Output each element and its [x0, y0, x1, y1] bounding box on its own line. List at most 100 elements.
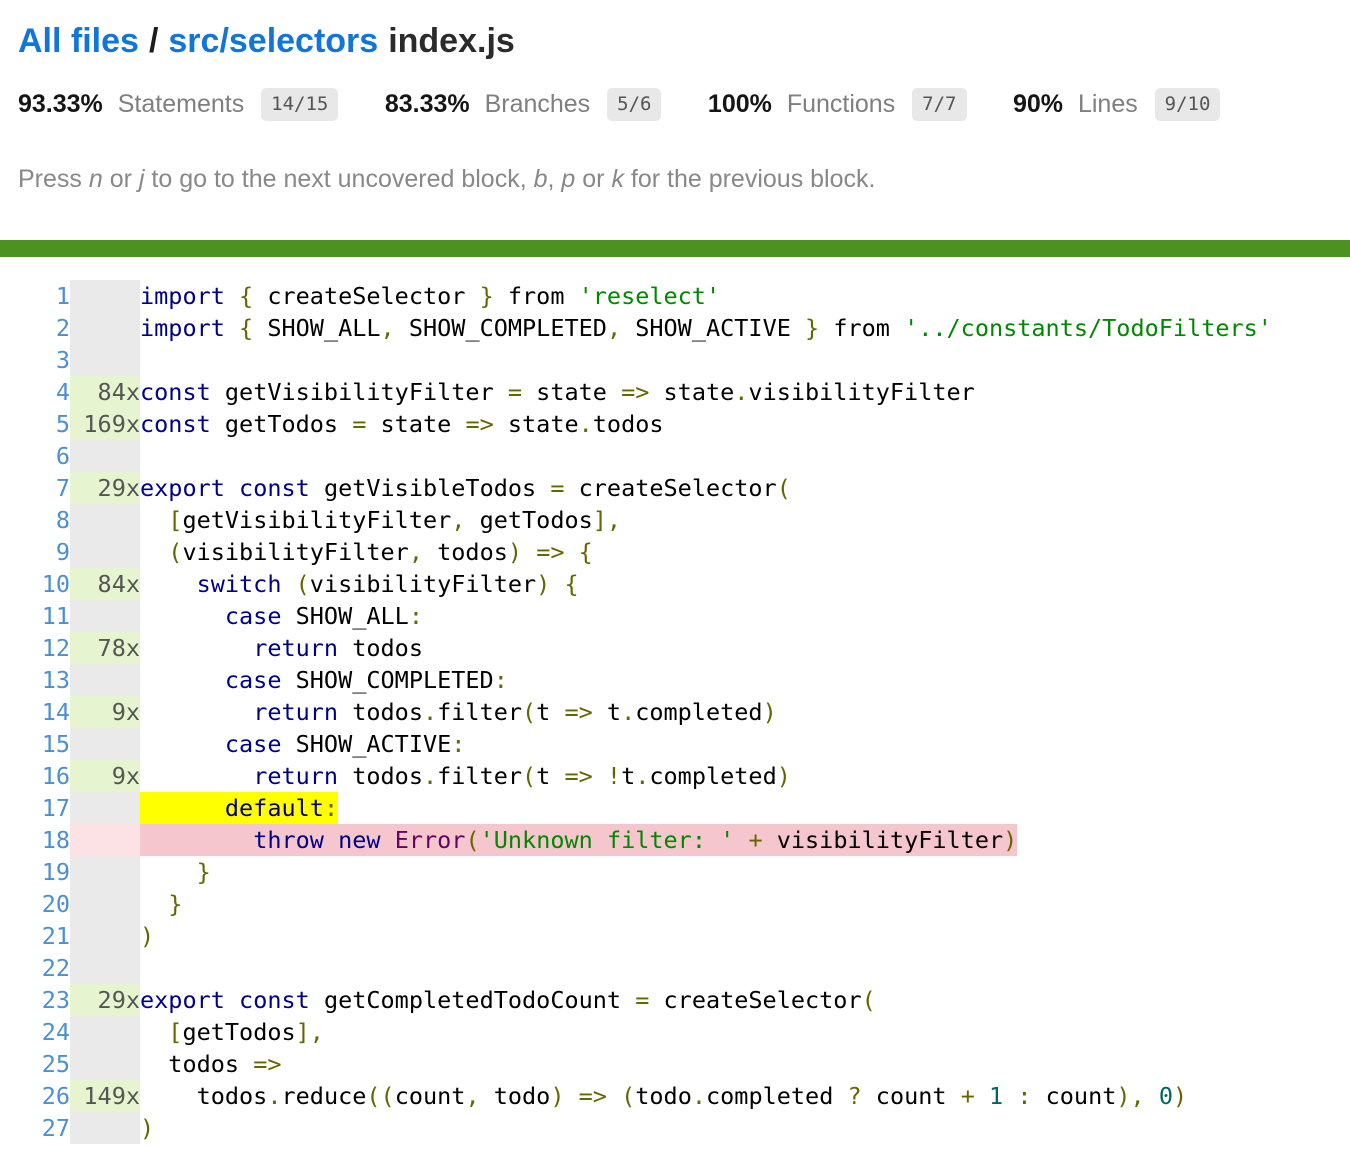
- help-text: for the previous block.: [624, 165, 876, 193]
- help-key: k: [611, 165, 624, 193]
- execution-count: [70, 728, 140, 760]
- statements-fraction-badge: 14/15: [261, 88, 338, 121]
- code-text: ): [140, 920, 1272, 952]
- lines-percent: 90%: [1013, 90, 1063, 118]
- line-number: 7: [0, 472, 70, 504]
- code-text: todos =>: [140, 1048, 1272, 1080]
- code-line-row: 2329xexport const getCompletedTodoCount …: [0, 984, 1272, 1016]
- code-line-row: 169x return todos.filter(t => !t.complet…: [0, 760, 1272, 792]
- line-number: 26: [0, 1080, 70, 1112]
- execution-count: [70, 824, 140, 856]
- line-number: 21: [0, 920, 70, 952]
- line-number: 25: [0, 1048, 70, 1080]
- uncovered-statement-highlight: throw new Error('Unknown filter: ' + vis…: [140, 824, 1017, 856]
- execution-count: [70, 312, 140, 344]
- code-text: ): [140, 1112, 1272, 1144]
- coverage-table: 1 import { createSelector } from 'reselec…: [0, 280, 1272, 1144]
- code-line-row: 11 case SHOW_ALL:: [0, 600, 1272, 632]
- code-line-row: 1278x return todos: [0, 632, 1272, 664]
- code-line-row: 15 case SHOW_ACTIVE:: [0, 728, 1272, 760]
- code-line-row: 27): [0, 1112, 1272, 1144]
- code-line-row: 1 import { createSelector } from 'reselec…: [0, 280, 1272, 312]
- execution-count: [70, 536, 140, 568]
- line-number: 11: [0, 600, 70, 632]
- code-line-row: 3: [0, 344, 1272, 376]
- line-number: 19: [0, 856, 70, 888]
- breadcrumb-separator: /: [149, 22, 158, 60]
- report-header: All files / src/selectors index.js 93.33% S…: [0, 0, 1350, 194]
- code-text: case SHOW_ACTIVE:: [140, 728, 1272, 760]
- metric-branches: 83.33% Branches 5/6: [385, 88, 662, 121]
- code-text: [140, 952, 1272, 984]
- code-text: const getVisibilityFilter = state => sta…: [140, 376, 1272, 408]
- code-line-row: 25 todos =>: [0, 1048, 1272, 1080]
- line-number: 14: [0, 696, 70, 728]
- execution-count: [70, 856, 140, 888]
- line-number: 17: [0, 792, 70, 824]
- page-title-filename: index.js: [388, 22, 515, 60]
- execution-count: [70, 1016, 140, 1048]
- execution-count: 149x: [70, 1080, 140, 1112]
- code-line-row: 20 }: [0, 888, 1272, 920]
- help-text: to go to the next uncovered block,: [144, 165, 533, 193]
- code-line-row: 22: [0, 952, 1272, 984]
- help-text: Press: [18, 165, 89, 193]
- code-text: todos.reduce((count, todo) => (todo.comp…: [140, 1080, 1272, 1112]
- execution-count: 29x: [70, 472, 140, 504]
- code-text: return todos: [140, 632, 1272, 664]
- branches-percent: 83.33%: [385, 90, 470, 118]
- line-number: 12: [0, 632, 70, 664]
- code-text: export const getCompletedTodoCount = cre…: [140, 984, 1272, 1016]
- execution-count: [70, 952, 140, 984]
- line-number: 23: [0, 984, 70, 1016]
- execution-count: [70, 664, 140, 696]
- line-number: 1: [0, 280, 70, 312]
- code-text: const getTodos = state => state.todos: [140, 408, 1272, 440]
- code-text: [getTodos],: [140, 1016, 1272, 1048]
- code-text: import { createSelector } from 'reselect…: [140, 280, 1272, 312]
- functions-fraction-badge: 7/7: [912, 88, 966, 121]
- breadcrumb-link-src-selectors[interactable]: src/selectors: [168, 22, 378, 60]
- execution-count: 84x: [70, 568, 140, 600]
- code-text: return todos.filter(t => t.completed): [140, 696, 1272, 728]
- branches-label: Branches: [485, 90, 591, 118]
- line-number: 16: [0, 760, 70, 792]
- breadcrumb-link-all-files[interactable]: All files: [18, 22, 139, 60]
- coverage-table-body: 1 import { createSelector } from 'reselec…: [0, 280, 1272, 1144]
- code-text: }: [140, 856, 1272, 888]
- code-text: [140, 440, 1272, 472]
- statements-label: Statements: [118, 90, 244, 118]
- help-text: ,: [548, 165, 562, 193]
- code-text: export const getVisibleTodos = createSel…: [140, 472, 1272, 504]
- code-text: case SHOW_COMPLETED:: [140, 664, 1272, 696]
- code-text: switch (visibilityFilter) {: [140, 568, 1272, 600]
- code-line-row: 21): [0, 920, 1272, 952]
- code-text: throw new Error('Unknown filter: ' + vis…: [140, 824, 1272, 856]
- code-text: }: [140, 888, 1272, 920]
- code-text: return todos.filter(t => !t.completed): [140, 760, 1272, 792]
- functions-label: Functions: [787, 90, 895, 118]
- execution-count: [70, 344, 140, 376]
- lines-fraction-badge: 9/10: [1155, 88, 1221, 121]
- line-number: 10: [0, 568, 70, 600]
- execution-count: [70, 1048, 140, 1080]
- help-key: n: [89, 165, 103, 193]
- line-number: 8: [0, 504, 70, 536]
- metric-statements: 93.33% Statements 14/15: [18, 88, 338, 121]
- execution-count: 29x: [70, 984, 140, 1016]
- code-line-row: 6: [0, 440, 1272, 472]
- line-number: 20: [0, 888, 70, 920]
- execution-count: [70, 600, 140, 632]
- code-line-row: 5169xconst getTodos = state => state.tod…: [0, 408, 1272, 440]
- coverage-status-bar: [0, 240, 1350, 257]
- execution-count: 9x: [70, 760, 140, 792]
- execution-count: [70, 1112, 140, 1144]
- code-line-row: 9 (visibilityFilter, todos) => {: [0, 536, 1272, 568]
- code-text: [140, 344, 1272, 376]
- code-text: import { SHOW_ALL, SHOW_COMPLETED, SHOW_…: [140, 312, 1272, 344]
- line-number: 27: [0, 1112, 70, 1144]
- line-number: 4: [0, 376, 70, 408]
- metric-lines: 90% Lines 9/10: [1013, 88, 1220, 121]
- code-text: [getVisibilityFilter, getTodos],: [140, 504, 1272, 536]
- help-key: p: [561, 165, 575, 193]
